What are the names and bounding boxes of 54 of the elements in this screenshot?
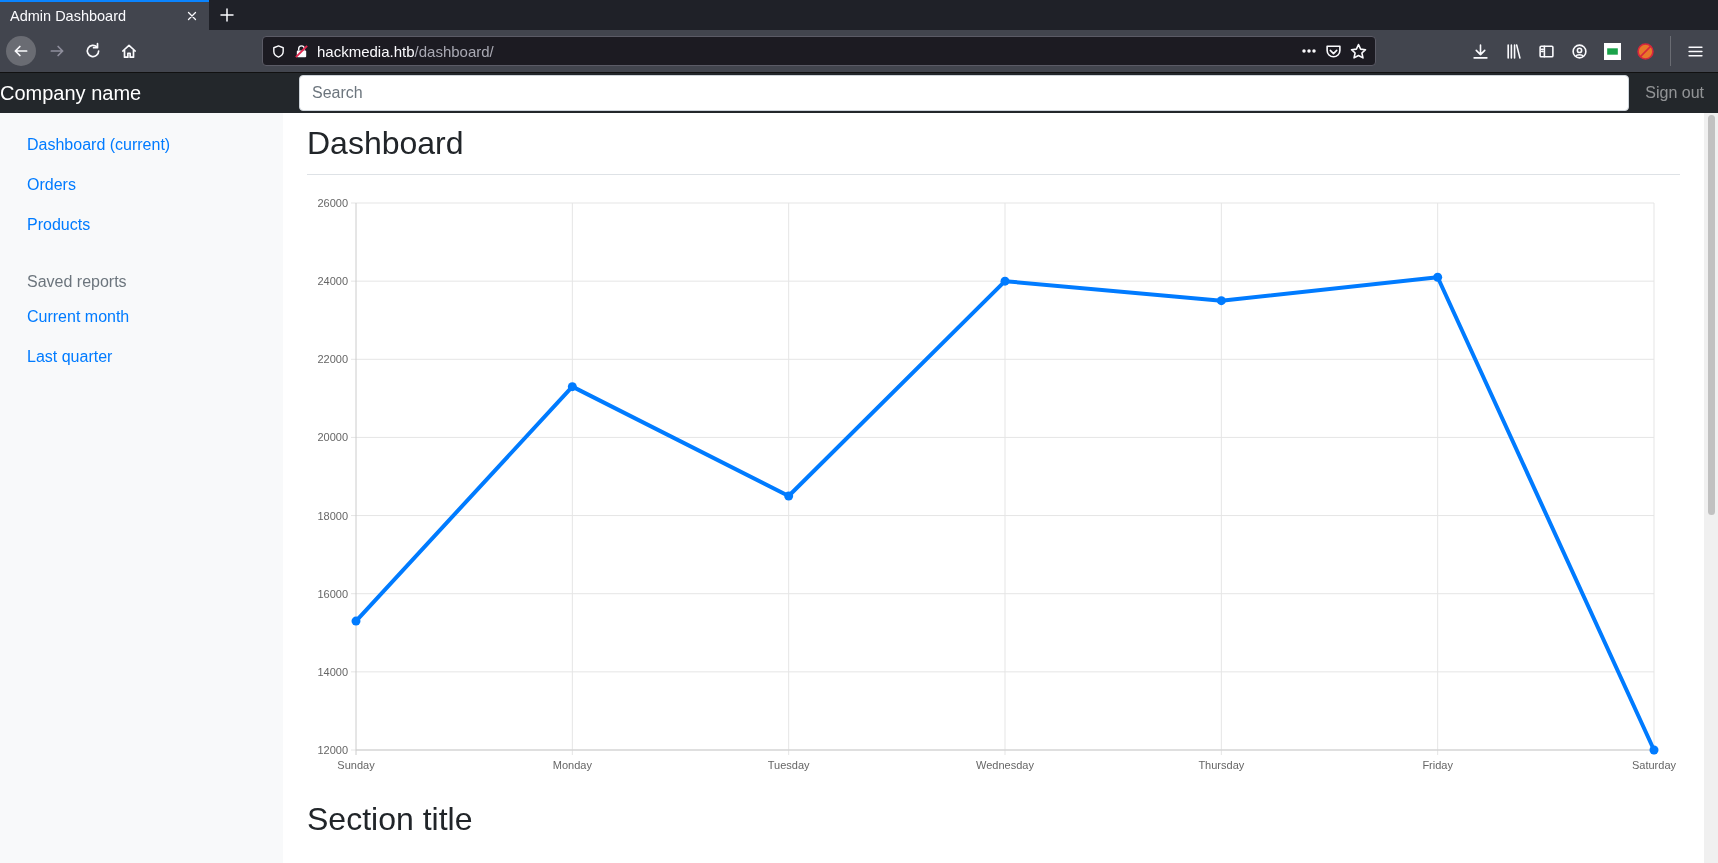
tab-title: Admin Dashboard [10,8,127,24]
scrollbar[interactable] [1704,113,1718,863]
account-icon [1571,42,1588,60]
page-title: Dashboard [307,125,1680,175]
y-axis-label: 12000 [317,744,348,756]
plus-icon [219,7,235,23]
sidebar-link[interactable]: Dashboard (current) [0,125,171,165]
url-text: hackmedia.htb/dashboard/ [317,42,495,60]
y-axis-label: 20000 [317,431,348,444]
sidebar-icon [1538,42,1555,60]
x-axis-label: Tuesday [767,759,810,771]
report-link[interactable]: Current month [0,297,130,337]
crossed-lock-icon [294,43,309,59]
back-arrow-button[interactable] [6,36,36,66]
y-axis-label: 24000 [317,275,348,288]
sidebar-link[interactable]: Orders [0,165,76,205]
data-point [1216,296,1226,306]
star-icon [1350,42,1367,60]
pocket-icon [1325,42,1342,60]
x-axis-label: Sunday [337,759,375,771]
x-axis-label: Wednesday [976,759,1034,771]
x-axis-label: Thursday [1198,759,1245,771]
data-point [784,491,794,501]
y-axis-label: 26000 [317,197,348,209]
x-axis-label: Friday [1422,759,1453,771]
sidebar-link[interactable]: Products [0,205,91,245]
y-axis-label: 14000 [317,665,348,678]
data-point [567,382,577,392]
report-link[interactable]: Last quarter [0,337,113,377]
reload-icon [84,42,102,60]
sign-out-link[interactable]: Sign out [1629,84,1718,102]
browser-tab[interactable]: Admin Dashboard [0,0,209,30]
y-axis-label: 18000 [317,509,348,522]
y-axis-label: 16000 [317,587,348,600]
close-icon [185,9,199,23]
x-axis-label: Saturday [1632,759,1676,771]
library-icon [1505,42,1522,60]
scrollbar-thumb[interactable] [1707,115,1715,515]
data-point [1649,745,1659,755]
data-point [351,616,361,626]
search-field[interactable]: Search [299,75,1630,111]
address-bar[interactable]: hackmedia.htb/dashboard/ [262,36,1376,66]
brand-name: Company name [0,81,143,105]
data-point [1000,276,1010,286]
shield-icon [271,43,286,59]
home-icon [120,42,138,60]
data-point [1433,272,1443,282]
download-icon [1472,42,1489,60]
sidebar-heading: Saved reports [26,272,128,292]
y-axis-label: 22000 [317,353,348,366]
section-title: Section title [307,801,473,838]
extension-icon [1604,42,1621,60]
x-axis-label: Monday [552,759,592,771]
blocked-extension-icon [1637,42,1654,60]
